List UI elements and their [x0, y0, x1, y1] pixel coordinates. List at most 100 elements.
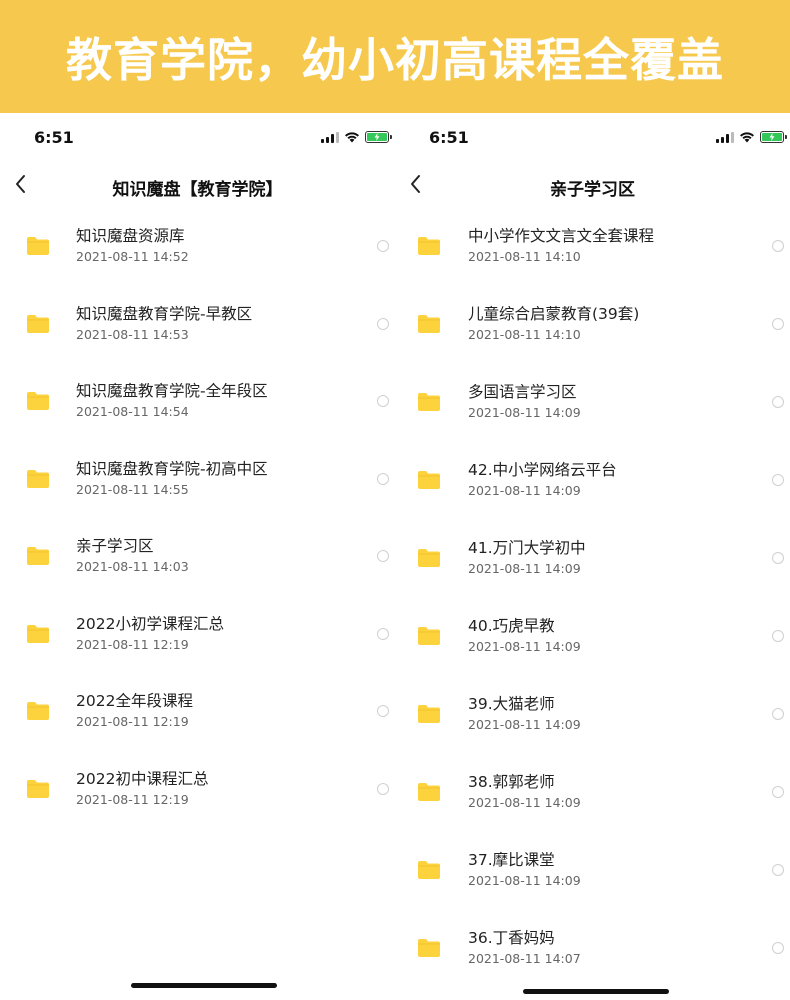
list-item[interactable]: 儿童综合启蒙教育(39套) 2021-08-11 14:10: [395, 286, 790, 364]
folder-name: 知识魔盘资源库: [76, 227, 185, 245]
folder-name: 中小学作文文言文全套课程: [468, 227, 655, 245]
folder-icon: [27, 547, 49, 565]
select-radio[interactable]: [377, 240, 389, 252]
list-item[interactable]: 知识魔盘教育学院-初高中区 2021-08-11 14:55: [0, 441, 395, 519]
list-item[interactable]: 多国语言学习区 2021-08-11 14:09: [395, 364, 790, 442]
list-item[interactable]: 41.万门大学初中 2021-08-11 14:09: [395, 520, 790, 598]
folder-name: 多国语言学习区: [468, 383, 577, 401]
folder-name: 39.大猫老师: [468, 695, 555, 713]
right-phone-screen: 6:51 亲子学习区 中小学作文文言文全套课程 2021-08-11 14:10…: [395, 113, 790, 1000]
folder-date: 2021-08-11 14:03: [76, 559, 189, 574]
folder-icon: [418, 471, 440, 489]
home-indicator[interactable]: [523, 989, 669, 994]
folder-icon: [27, 469, 49, 488]
select-radio[interactable]: [772, 708, 784, 720]
folder-name: 知识魔盘教育学院-早教区: [76, 304, 253, 323]
select-radio[interactable]: [772, 630, 784, 642]
folder-list: 知识魔盘资源库 2021-08-11 14:52 知识魔盘教育学院-早教区 20…: [0, 208, 395, 828]
folder-date: 2021-08-11 14:09: [468, 405, 581, 420]
folder-date: 2021-08-11 14:55: [76, 481, 189, 497]
folder-date: 2021-08-11 14:52: [76, 249, 189, 264]
list-item[interactable]: 40.巧虎早教 2021-08-11 14:09: [395, 598, 790, 676]
folder-date: 2021-08-11 14:54: [76, 404, 189, 419]
folder-icon: [27, 314, 49, 333]
folder-date: 2021-08-11 14:10: [468, 327, 581, 342]
list-item[interactable]: 2022小初学课程汇总 2021-08-11 12:19: [0, 596, 395, 674]
folder-name: 知识魔盘教育学院-全年段区: [76, 382, 268, 400]
list-item[interactable]: 39.大猫老师 2021-08-11 14:09: [395, 676, 790, 754]
page-title: 知识魔盘【教育学院】: [112, 180, 283, 200]
folder-date: 2021-08-11 12:19: [76, 791, 189, 807]
folder-date: 2021-08-11 14:09: [468, 561, 581, 576]
folder-date: 2021-08-11 14:09: [468, 639, 581, 654]
wifi-icon: [740, 132, 754, 143]
list-item[interactable]: 2022初中课程汇总 2021-08-11 12:19: [0, 751, 395, 829]
list-item[interactable]: 中小学作文文言文全套课程 2021-08-11 14:10: [395, 208, 790, 286]
folder-list: 中小学作文文言文全套课程 2021-08-11 14:10 儿童综合启蒙教育(3…: [395, 208, 790, 988]
status-time: 6:51: [429, 128, 469, 147]
select-radio[interactable]: [772, 786, 784, 798]
folder-icon: [27, 702, 49, 720]
promo-banner: 教育学院，幼小初高课程全覆盖: [0, 0, 790, 113]
list-item[interactable]: 37.摩比课堂 2021-08-11 14:09: [395, 832, 790, 910]
list-item[interactable]: 36.丁香妈妈 2021-08-11 14:07: [395, 910, 790, 988]
folder-icon: [27, 624, 49, 643]
folder-icon: [418, 783, 440, 801]
select-radio[interactable]: [377, 472, 389, 485]
folder-icon: [418, 705, 440, 723]
list-item[interactable]: 知识魔盘资源库 2021-08-11 14:52: [0, 208, 395, 286]
cellular-signal-icon: [716, 131, 734, 143]
list-item[interactable]: 知识魔盘教育学院-早教区 2021-08-11 14:53: [0, 286, 395, 364]
select-radio[interactable]: [772, 552, 784, 564]
list-item[interactable]: 亲子学习区 2021-08-11 14:03: [0, 518, 395, 596]
folder-date: 2021-08-11 12:19: [76, 636, 189, 652]
folder-name: 儿童综合启蒙教育(39套): [468, 305, 640, 323]
select-radio[interactable]: [772, 318, 784, 330]
battery-charging-icon: [365, 131, 392, 143]
folder-name: 42.中小学网络云平台: [468, 461, 617, 479]
folder-icon: [418, 393, 440, 411]
folder-icon: [418, 549, 440, 567]
folder-name: 2022初中课程汇总: [76, 769, 209, 788]
list-item[interactable]: 42.中小学网络云平台 2021-08-11 14:09: [395, 442, 790, 520]
page-title: 亲子学习区: [550, 180, 635, 200]
wifi-icon: [345, 132, 359, 143]
status-time: 6:51: [34, 128, 74, 147]
select-radio[interactable]: [377, 627, 389, 640]
banner-title: 教育学院，幼小初高课程全覆盖: [66, 32, 724, 87]
select-radio[interactable]: [377, 705, 389, 717]
list-item[interactable]: 知识魔盘教育学院-全年段区 2021-08-11 14:54: [0, 363, 395, 441]
select-radio[interactable]: [772, 942, 784, 954]
select-radio[interactable]: [377, 550, 389, 562]
select-radio[interactable]: [772, 240, 784, 252]
select-radio[interactable]: [772, 864, 784, 876]
select-radio[interactable]: [377, 782, 389, 795]
status-bar: 6:51: [0, 113, 395, 161]
folder-icon: [418, 627, 440, 645]
select-radio[interactable]: [772, 396, 784, 408]
battery-charging-icon: [760, 131, 787, 143]
folder-name: 38.郭郭老师: [468, 773, 555, 791]
folder-name: 2022小初学课程汇总: [76, 614, 224, 633]
status-icons: [716, 131, 787, 143]
home-indicator[interactable]: [131, 983, 277, 988]
folder-name: 2022全年段课程: [76, 692, 193, 710]
folder-icon: [418, 315, 440, 333]
folder-date: 2021-08-11 14:09: [468, 795, 581, 810]
select-radio[interactable]: [772, 474, 784, 486]
folder-date: 2021-08-11 14:09: [468, 717, 581, 732]
select-radio[interactable]: [377, 317, 389, 330]
folder-date: 2021-08-11 14:09: [468, 483, 581, 498]
select-radio[interactable]: [377, 395, 389, 407]
folder-icon: [27, 392, 49, 410]
folder-date: 2021-08-11 14:10: [468, 249, 581, 264]
folder-name: 亲子学习区: [76, 537, 154, 555]
list-item[interactable]: 2022全年段课程 2021-08-11 12:19: [0, 673, 395, 751]
cellular-signal-icon: [321, 131, 339, 143]
folder-name: 知识魔盘教育学院-初高中区: [76, 459, 268, 478]
folder-date: 2021-08-11 14:07: [468, 951, 581, 966]
folder-name: 41.万门大学初中: [468, 539, 586, 557]
left-phone-screen: 6:51 知识魔盘【教育学院】 知识魔盘资源库 2021-08-11 14:52…: [0, 113, 395, 1000]
folder-icon: [418, 237, 440, 255]
list-item[interactable]: 38.郭郭老师 2021-08-11 14:09: [395, 754, 790, 832]
